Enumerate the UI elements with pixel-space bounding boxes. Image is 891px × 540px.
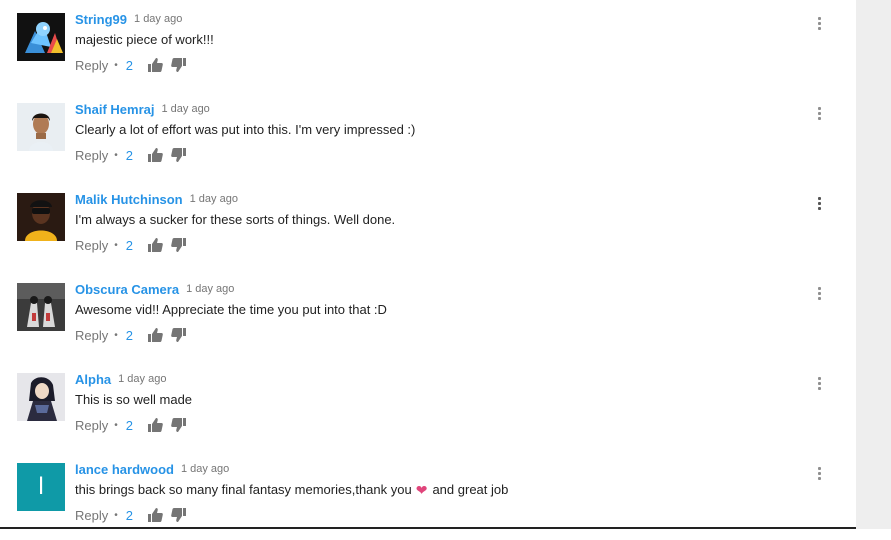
reply-button[interactable]: Reply <box>75 418 108 433</box>
comment-timestamp[interactable]: 1 day ago <box>181 463 229 475</box>
more-options-icon[interactable] <box>815 465 825 483</box>
separator-dot: • <box>114 239 118 251</box>
thumbs-down-icon[interactable] <box>171 237 187 253</box>
comment-text-tail: and great job <box>432 482 509 497</box>
comment-text: This is so well made <box>75 390 856 410</box>
thumbs-down-icon[interactable] <box>171 327 187 343</box>
comment-text-content: this brings back so many final fantasy m… <box>75 482 412 497</box>
more-options-icon[interactable] <box>815 285 825 303</box>
reply-button[interactable]: Reply <box>75 238 108 253</box>
separator-dot: • <box>114 419 118 431</box>
avatar[interactable] <box>17 13 65 61</box>
comment-item: String99 1 day ago majestic piece of wor… <box>0 0 856 90</box>
thumbs-down-icon[interactable] <box>171 507 187 523</box>
avatar[interactable] <box>17 193 65 241</box>
thumbs-up-icon[interactable] <box>147 327 163 343</box>
separator-dot: • <box>114 59 118 71</box>
avatar-letter: l <box>38 473 44 500</box>
thumbs-up-icon[interactable] <box>147 417 163 433</box>
comment-timestamp[interactable]: 1 day ago <box>190 193 238 205</box>
comment-text-content: This is so well made <box>75 392 193 407</box>
comment-author[interactable]: Alpha <box>75 372 111 387</box>
comment-text: majestic piece of work!!! <box>75 30 856 50</box>
page-gutter <box>856 0 891 529</box>
comment-timestamp[interactable]: 1 day ago <box>118 373 166 385</box>
avatar[interactable]: l <box>17 463 65 511</box>
thumbs-up-icon[interactable] <box>147 147 163 163</box>
reply-button[interactable]: Reply <box>75 508 108 523</box>
comment-timestamp[interactable]: 1 day ago <box>134 13 182 25</box>
comment-text: Clearly a lot of effort was put into thi… <box>75 120 856 140</box>
thumbs-down-icon[interactable] <box>171 57 187 73</box>
like-count: 2 <box>125 507 133 523</box>
comment-text: Awesome vid!! Appreciate the time you pu… <box>75 300 856 320</box>
avatar[interactable] <box>17 283 65 331</box>
comment-author[interactable]: lance hardwood <box>75 462 174 477</box>
like-count: 2 <box>125 327 133 343</box>
comment-text: this brings back so many final fantasy m… <box>75 480 856 500</box>
like-count: 2 <box>125 417 133 433</box>
more-options-icon[interactable] <box>815 195 825 213</box>
like-count: 2 <box>125 237 133 253</box>
comment-text-content: Clearly a lot of effort was put into thi… <box>75 122 416 137</box>
thumbs-up-icon[interactable] <box>147 57 163 73</box>
comment-author[interactable]: Obscura Camera <box>75 282 179 297</box>
comment-item: Obscura Camera 1 day ago Awesome vid!! A… <box>0 270 856 360</box>
comment-author[interactable]: Shaif Hemraj <box>75 102 154 117</box>
comment-item: Shaif Hemraj 1 day ago Clearly a lot of … <box>0 90 856 180</box>
separator-dot: • <box>114 149 118 161</box>
like-count: 2 <box>125 147 133 163</box>
comment-timestamp[interactable]: 1 day ago <box>161 103 209 115</box>
comment-item: Alpha 1 day ago This is so well made Rep… <box>0 360 856 450</box>
separator-dot: • <box>114 329 118 341</box>
separator-dot: • <box>114 509 118 521</box>
more-options-icon[interactable] <box>815 375 825 393</box>
more-options-icon[interactable] <box>815 15 825 33</box>
comment-author[interactable]: String99 <box>75 12 127 27</box>
comment-text: I'm always a sucker for these sorts of t… <box>75 210 856 230</box>
thumbs-down-icon[interactable] <box>171 147 187 163</box>
comment-author[interactable]: Malik Hutchinson <box>75 192 183 207</box>
heart-icon: ❤ <box>415 482 428 498</box>
comment-text-content: majestic piece of work!!! <box>75 32 214 47</box>
reply-button[interactable]: Reply <box>75 58 108 73</box>
comments-panel: String99 1 day ago majestic piece of wor… <box>0 0 856 529</box>
comment-text-content: I'm always a sucker for these sorts of t… <box>75 212 396 227</box>
avatar[interactable] <box>17 103 65 151</box>
thumbs-down-icon[interactable] <box>171 417 187 433</box>
reply-button[interactable]: Reply <box>75 328 108 343</box>
comment-timestamp[interactable]: 1 day ago <box>186 283 234 295</box>
like-count: 2 <box>125 57 133 73</box>
comment-item: Malik Hutchinson 1 day ago I'm always a … <box>0 180 856 270</box>
more-options-icon[interactable] <box>815 105 825 123</box>
avatar[interactable] <box>17 373 65 421</box>
reply-button[interactable]: Reply <box>75 148 108 163</box>
thumbs-up-icon[interactable] <box>147 237 163 253</box>
comment-text-content: Awesome vid!! Appreciate the time you pu… <box>75 302 387 317</box>
thumbs-up-icon[interactable] <box>147 507 163 523</box>
